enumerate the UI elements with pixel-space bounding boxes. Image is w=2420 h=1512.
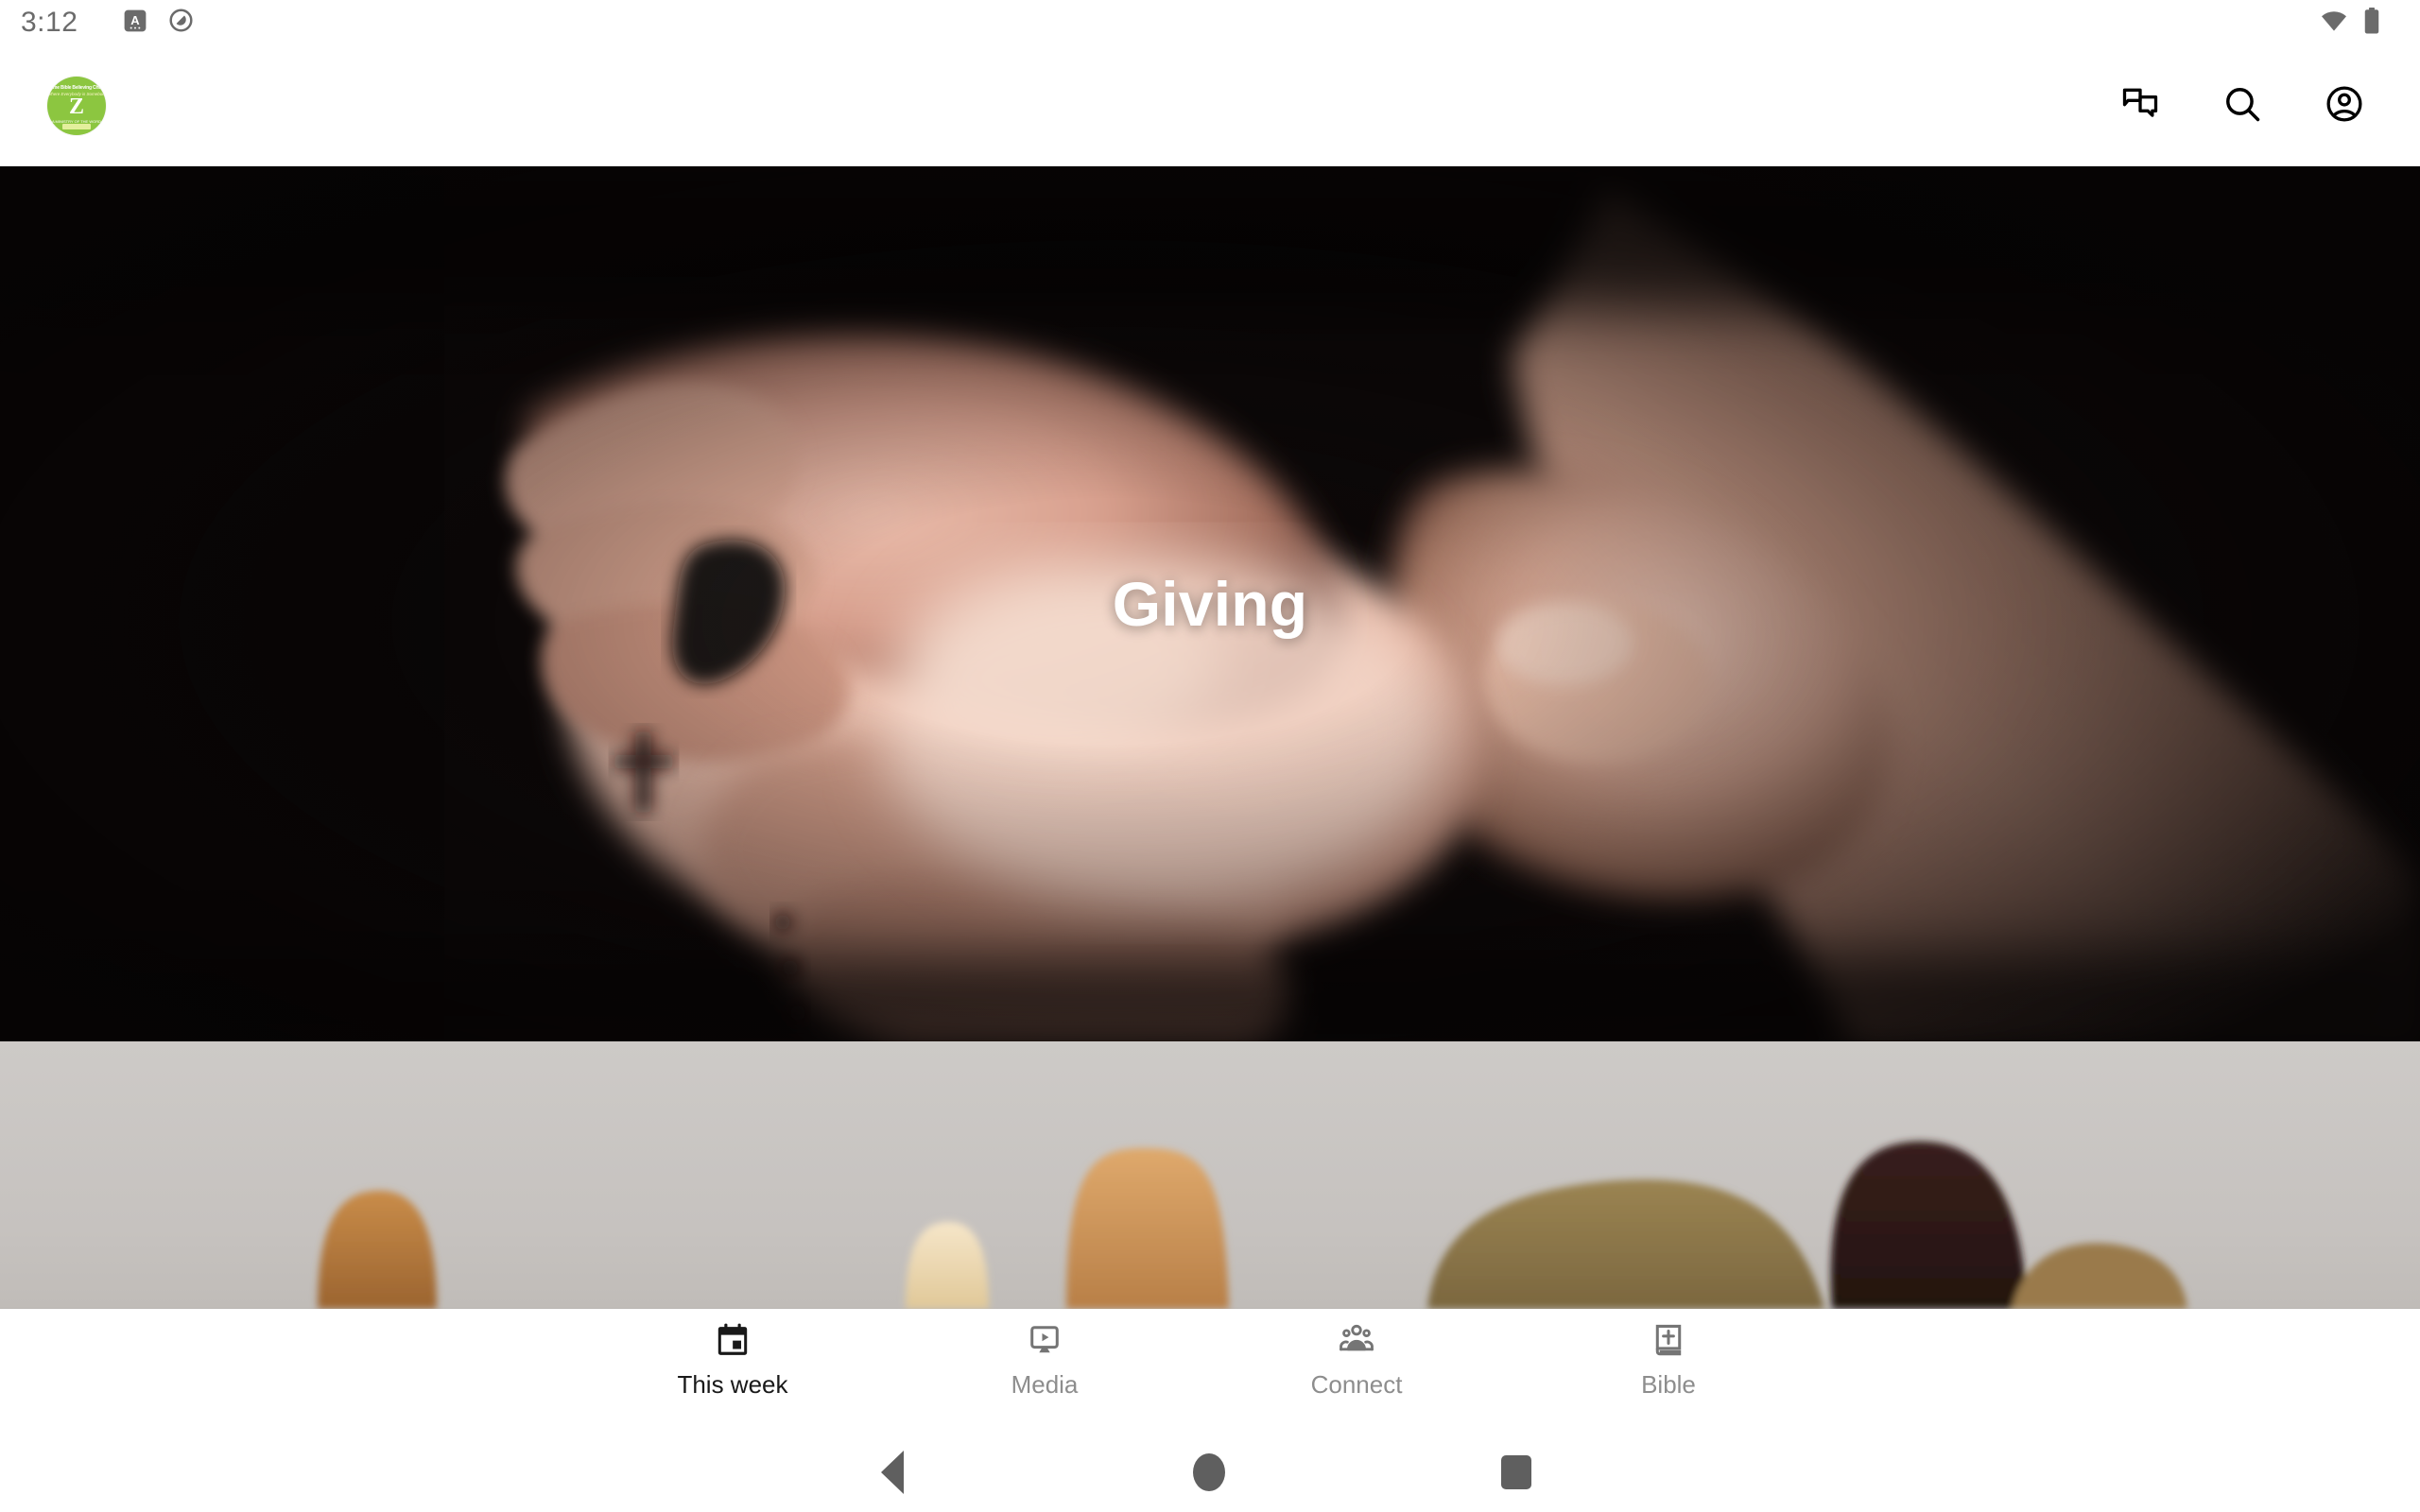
search-icon	[2221, 83, 2263, 129]
account-icon	[2324, 83, 2365, 129]
calendar-icon	[715, 1322, 751, 1363]
crowd-image	[0, 1041, 2420, 1309]
tab-media[interactable]: Media	[889, 1322, 1201, 1398]
status-bar-right	[2320, 7, 2392, 40]
logo-top-text: Some Bible Believing Church	[47, 85, 106, 91]
tv-play-icon	[1027, 1322, 1063, 1363]
church-logo[interactable]: Some Bible Believing Church Where Everyb…	[47, 77, 106, 135]
logo-mark: Z	[68, 94, 85, 119]
search-button[interactable]	[2218, 81, 2267, 130]
messages-button[interactable]	[2116, 81, 2165, 130]
next-card-preview[interactable]	[0, 1041, 2420, 1309]
status-bar-left: 3:12 A	[21, 7, 194, 39]
recents-square-icon	[1501, 1454, 1531, 1489]
bottom-tab-bar: This week Media Connect Bible	[0, 1309, 2420, 1432]
header-actions	[2116, 81, 2369, 130]
app-header: Some Bible Believing Church Where Everyb…	[0, 45, 2420, 166]
messages-icon	[2119, 83, 2161, 129]
giving-hero-card[interactable]: Giving	[0, 166, 2420, 1041]
account-button[interactable]	[2320, 81, 2369, 130]
tab-this-week[interactable]: This week	[577, 1322, 889, 1398]
wifi-icon	[2320, 7, 2348, 40]
android-recents-button[interactable]	[1501, 1454, 1531, 1489]
accessibility-font-icon: A	[123, 9, 147, 38]
home-circle-icon	[1193, 1452, 1225, 1491]
tab-label-media: Media	[1011, 1370, 1079, 1399]
status-bar: 3:12 A	[0, 0, 2420, 45]
people-group-icon	[1339, 1322, 1374, 1363]
svg-text:A: A	[131, 12, 141, 26]
android-back-button[interactable]	[881, 1450, 904, 1494]
tab-label-this-week: This week	[677, 1370, 788, 1399]
tab-connect[interactable]: Connect	[1201, 1322, 1512, 1398]
logo-accent-bar	[62, 124, 91, 129]
tab-label-bible: Bible	[1641, 1370, 1696, 1399]
hero-title: Giving	[1112, 569, 1308, 639]
android-system-nav	[0, 1432, 2420, 1512]
android-home-button[interactable]	[1193, 1452, 1225, 1491]
battery-full-icon	[2363, 7, 2380, 40]
tab-label-connect: Connect	[1310, 1370, 1403, 1399]
content-scroll-area[interactable]: Giving	[0, 166, 2420, 1309]
app-screen: 3:12 A Some Bible Believing Church Where…	[0, 0, 2420, 1512]
tab-bible[interactable]: Bible	[1512, 1322, 1824, 1398]
status-clock: 3:12	[21, 7, 78, 38]
do-not-disturb-icon	[168, 8, 194, 38]
bible-book-icon	[1651, 1322, 1686, 1363]
back-triangle-icon	[881, 1450, 904, 1494]
